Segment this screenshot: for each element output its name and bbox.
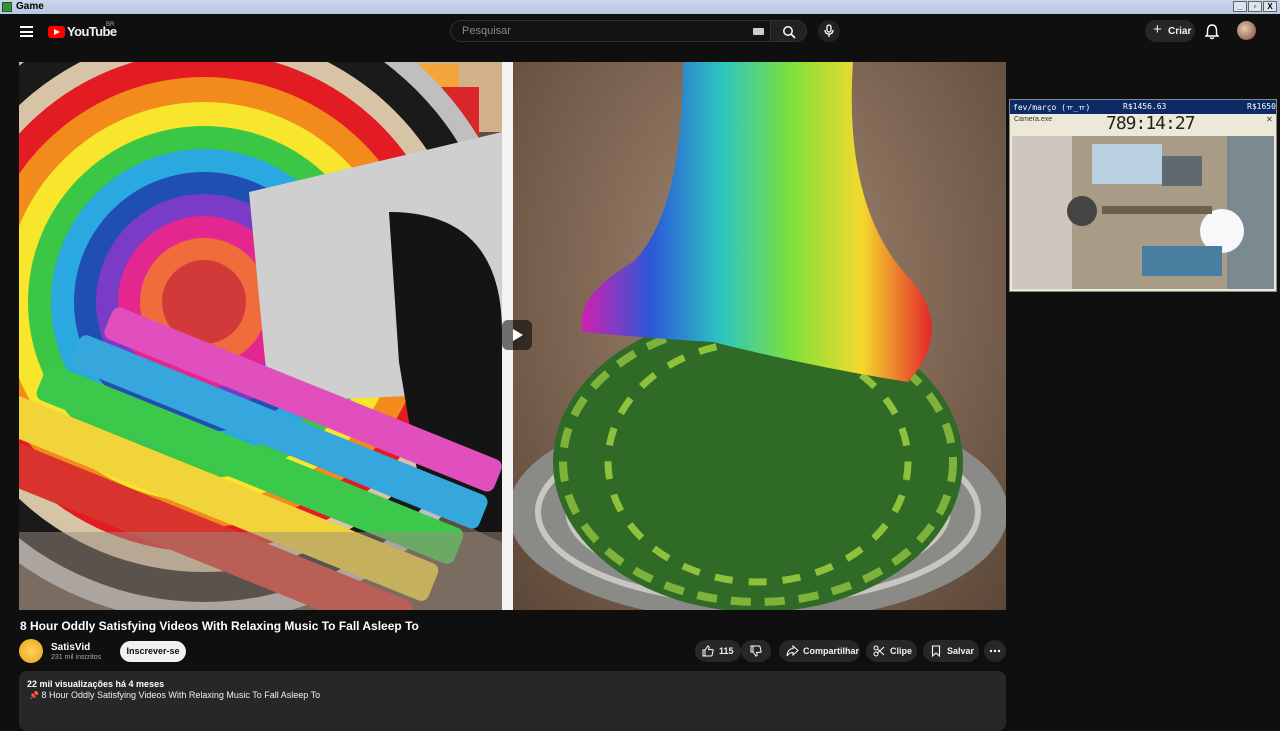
description-text: 📌 8 Hour Oddly Satisfying Videos With Re… (29, 690, 320, 700)
save-button[interactable]: Salvar (923, 640, 979, 662)
thumbs-up-icon (702, 645, 714, 657)
video-frame-right (513, 62, 1006, 610)
channel-avatar[interactable] (19, 639, 43, 663)
camera-window: Camera.exe ✕ 789:14:27 (1010, 113, 1276, 291)
subscribe-button[interactable]: Inscrever-se (120, 641, 186, 662)
play-pause-icon[interactable] (502, 320, 532, 350)
channel-name[interactable]: SatisVid (51, 642, 90, 653)
bookmark-icon (931, 645, 941, 657)
search-input[interactable] (460, 24, 744, 38)
search-button[interactable] (771, 20, 807, 42)
description-box[interactable] (19, 671, 1006, 731)
watermelon-image (513, 62, 1006, 610)
share-label: Compartilhar (803, 646, 860, 656)
rainbow-wheel-image (19, 62, 502, 610)
scissors-icon (873, 645, 885, 657)
stream-overlay: fev/março (ㅠ_ㅠ) R$1456.63 R$1650 Camera.… (1009, 99, 1277, 292)
menu-icon[interactable] (20, 26, 33, 37)
window-titlebar: Game _ ▫ X (0, 0, 1280, 14)
stream-timer: 789:14:27 (1106, 113, 1196, 134)
more-horizontal-icon (989, 649, 1001, 653)
pin-icon: 📌 (29, 691, 39, 700)
voice-search-button[interactable] (818, 20, 840, 42)
close-window-button[interactable]: X (1263, 1, 1277, 12)
youtube-play-icon (48, 25, 65, 38)
camera-window-title: Camera.exe (1014, 116, 1053, 123)
like-count: 115 (719, 646, 734, 656)
share-button[interactable]: Compartilhar (779, 640, 860, 662)
video-title: 8 Hour Oddly Satisfying Videos With Rela… (20, 619, 419, 633)
clip-button[interactable]: Clipe (866, 640, 917, 662)
minimize-button[interactable]: _ (1233, 1, 1247, 12)
game-window-icon (2, 2, 12, 12)
camera-close-icon[interactable]: ✕ (1266, 115, 1273, 124)
youtube-logo[interactable]: YouTube BR (48, 22, 117, 39)
maximize-button[interactable]: ▫ (1248, 1, 1262, 12)
clip-label: Clipe (890, 646, 913, 656)
overlay-bar: fev/março (ㅠ_ㅠ) R$1456.63 R$1650 (1010, 100, 1276, 114)
more-actions-button[interactable] (984, 640, 1006, 662)
thumbs-down-icon (750, 645, 762, 657)
search-icon (783, 26, 796, 39)
share-icon (786, 645, 799, 657)
subscriber-count: 231 mil inscritos (51, 654, 102, 661)
webcam-feed (1012, 136, 1274, 289)
description-line: 8 Hour Oddly Satisfying Videos With Rela… (41, 690, 321, 700)
create-button[interactable]: + Criar (1145, 20, 1195, 42)
microphone-icon (824, 24, 834, 37)
keyboard-icon[interactable] (753, 28, 764, 35)
top-bar: YouTube BR + Criar (0, 14, 1280, 50)
video-player[interactable] (19, 62, 1006, 610)
plus-icon: + (1153, 21, 1162, 38)
save-label: Salvar (947, 646, 975, 656)
country-code: BR (106, 22, 115, 28)
like-button[interactable]: 115 (695, 640, 741, 662)
dislike-button[interactable] (741, 640, 771, 662)
views-and-date: 22 mil visualizações há 4 meses (27, 679, 165, 689)
search-box (450, 20, 771, 42)
window-title: Game (16, 1, 44, 12)
overlay-amount: R$1456.63 (1123, 102, 1167, 111)
overlay-goal: R$1650 (1247, 102, 1276, 111)
create-label: Criar (1168, 26, 1192, 37)
video-frame-left (19, 62, 502, 610)
overlay-month: fev/março (ㅠ_ㅠ) (1013, 103, 1091, 112)
notifications-bell-icon[interactable] (1203, 23, 1221, 41)
user-avatar[interactable] (1237, 21, 1256, 40)
